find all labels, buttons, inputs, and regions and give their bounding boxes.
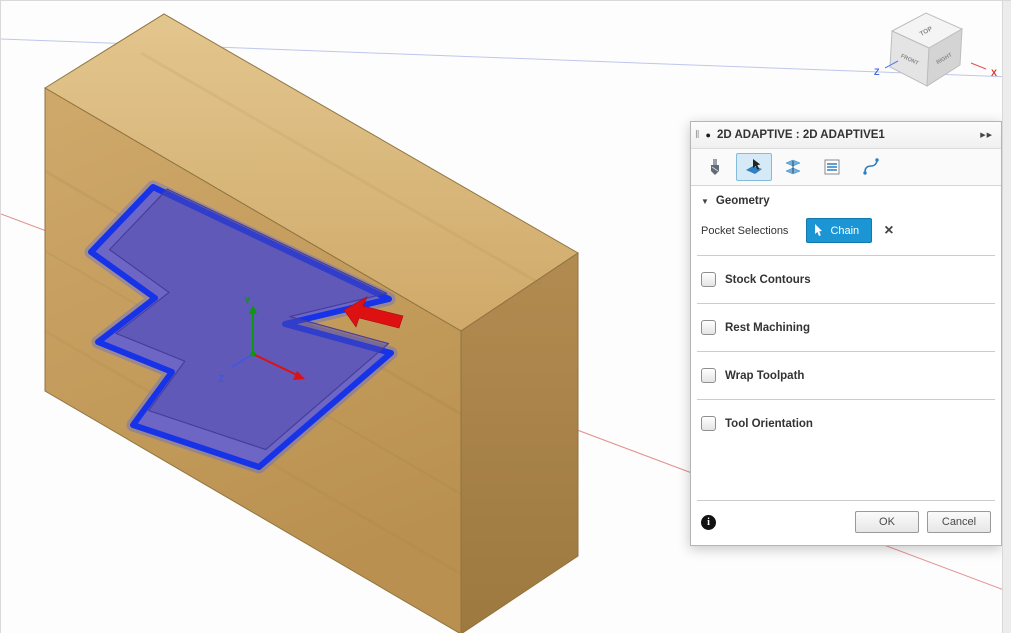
adaptive-dialog: ‖ ● 2D ADAPTIVE : 2D ADAPTIVE1 ▶▶ ▼ Geom… bbox=[690, 121, 1002, 546]
ok-button[interactable]: OK bbox=[855, 511, 919, 533]
tool-orientation-row: Tool Orientation bbox=[691, 400, 1001, 447]
pocket-selections-row: Pocket Selections Chain × bbox=[691, 212, 1001, 255]
geometry-section-label: Geometry bbox=[715, 195, 770, 207]
chain-select-button[interactable]: Chain bbox=[806, 218, 873, 243]
window-edge-strip bbox=[1002, 1, 1011, 633]
tool-icon bbox=[711, 159, 719, 175]
viewcube-z-label: Z bbox=[874, 67, 880, 77]
viewcube[interactable]: TOP FRONT RIGHT Z X bbox=[874, 12, 997, 87]
fusion-cam-workspace: Y Z TOP FRONT RIGHT Z X ‖ ● 2D ADAPTIVE … bbox=[0, 0, 1011, 633]
pocket-selections-label: Pocket Selections bbox=[701, 224, 789, 237]
dialog-footer: i OK Cancel bbox=[691, 501, 1001, 545]
viewcube-x-label: X bbox=[991, 68, 997, 78]
tool-orientation-checkbox[interactable] bbox=[701, 416, 716, 431]
wrap-toolpath-checkbox[interactable] bbox=[701, 368, 716, 383]
passes-icon bbox=[824, 159, 840, 175]
rest-machining-label: Rest Machining bbox=[725, 321, 810, 334]
dialog-header[interactable]: ‖ ● 2D ADAPTIVE : 2D ADAPTIVE1 ▶▶ bbox=[691, 122, 1001, 149]
y-axis-label: Y bbox=[244, 296, 251, 307]
expand-panel-icon[interactable]: ▶▶ bbox=[980, 131, 993, 139]
tab-heights[interactable] bbox=[775, 153, 811, 181]
drag-grip-icon[interactable]: ‖ bbox=[695, 129, 700, 141]
rest-machining-checkbox[interactable] bbox=[701, 320, 716, 335]
tab-linking[interactable] bbox=[853, 153, 889, 181]
tab-tool[interactable] bbox=[697, 153, 733, 181]
operation-status-icon: ● bbox=[705, 130, 711, 140]
viewcube-x-axis-line bbox=[970, 62, 987, 70]
wrap-toolpath-row: Wrap Toolpath bbox=[691, 352, 1001, 399]
cancel-button[interactable]: Cancel bbox=[927, 511, 991, 533]
geometry-section-header[interactable]: ▼ Geometry bbox=[691, 186, 1001, 212]
tab-passes[interactable] bbox=[814, 153, 850, 181]
linking-icon bbox=[863, 158, 879, 175]
tab-geometry[interactable] bbox=[736, 153, 772, 181]
geometry-icon bbox=[746, 159, 762, 174]
rest-machining-row: Rest Machining bbox=[691, 304, 1001, 351]
dialog-title: 2D ADAPTIVE : 2D ADAPTIVE1 bbox=[716, 129, 885, 141]
stock-contours-checkbox[interactable] bbox=[701, 272, 716, 287]
origin-point bbox=[250, 351, 256, 357]
wrap-toolpath-label: Wrap Toolpath bbox=[725, 369, 805, 382]
clear-selection-icon[interactable]: × bbox=[884, 222, 893, 239]
cursor-icon bbox=[815, 224, 823, 236]
chain-button-label: Chain bbox=[830, 224, 860, 237]
stock-contours-label: Stock Contours bbox=[725, 273, 811, 286]
stock-contours-row: Stock Contours bbox=[691, 256, 1001, 303]
collapse-caret-icon[interactable]: ▼ bbox=[701, 197, 709, 206]
z-axis-label: Z bbox=[218, 374, 224, 385]
heights-icon bbox=[785, 159, 801, 175]
dialog-tab-bar bbox=[691, 149, 1001, 186]
info-icon[interactable]: i bbox=[701, 514, 716, 530]
tool-orientation-label: Tool Orientation bbox=[725, 417, 813, 430]
